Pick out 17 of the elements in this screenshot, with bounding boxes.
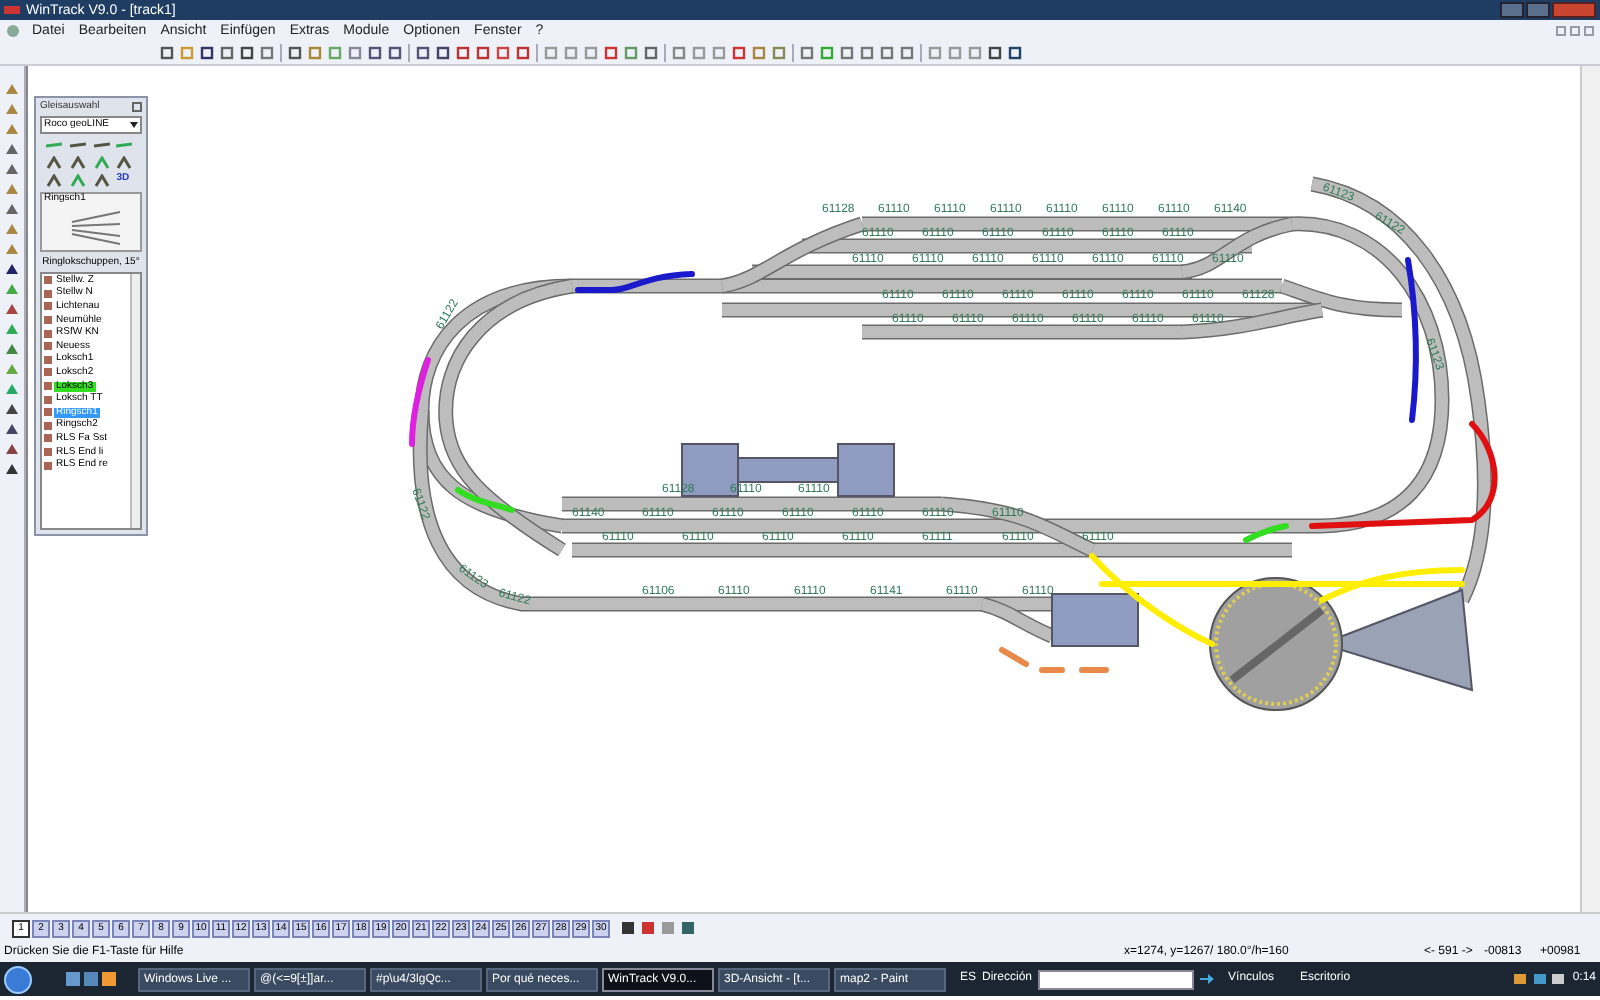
- tray-icons-drawing: [1514, 972, 1567, 986]
- mdi-restore-button[interactable]: [1570, 26, 1580, 36]
- go-arrow-icon[interactable]: [1200, 972, 1215, 986]
- address-field[interactable]: [1038, 969, 1195, 989]
- panel-close-button[interactable]: [132, 102, 142, 112]
- vertical-scrollbar[interactable]: [1580, 66, 1600, 912]
- caret-icon: [130, 122, 138, 128]
- document-icon: [6, 24, 20, 38]
- list-scrollbar[interactable]: [130, 274, 140, 528]
- app-icon: [4, 4, 20, 16]
- maximize-button[interactable]: [1526, 2, 1550, 18]
- minimize-button[interactable]: [1500, 2, 1524, 18]
- close-button[interactable]: [1552, 2, 1596, 18]
- mdi-close-button[interactable]: [1584, 26, 1594, 36]
- start-button[interactable]: [4, 965, 32, 993]
- fan-tracks-icon: [70, 210, 122, 246]
- mdi-minimize-button[interactable]: [1556, 26, 1566, 36]
